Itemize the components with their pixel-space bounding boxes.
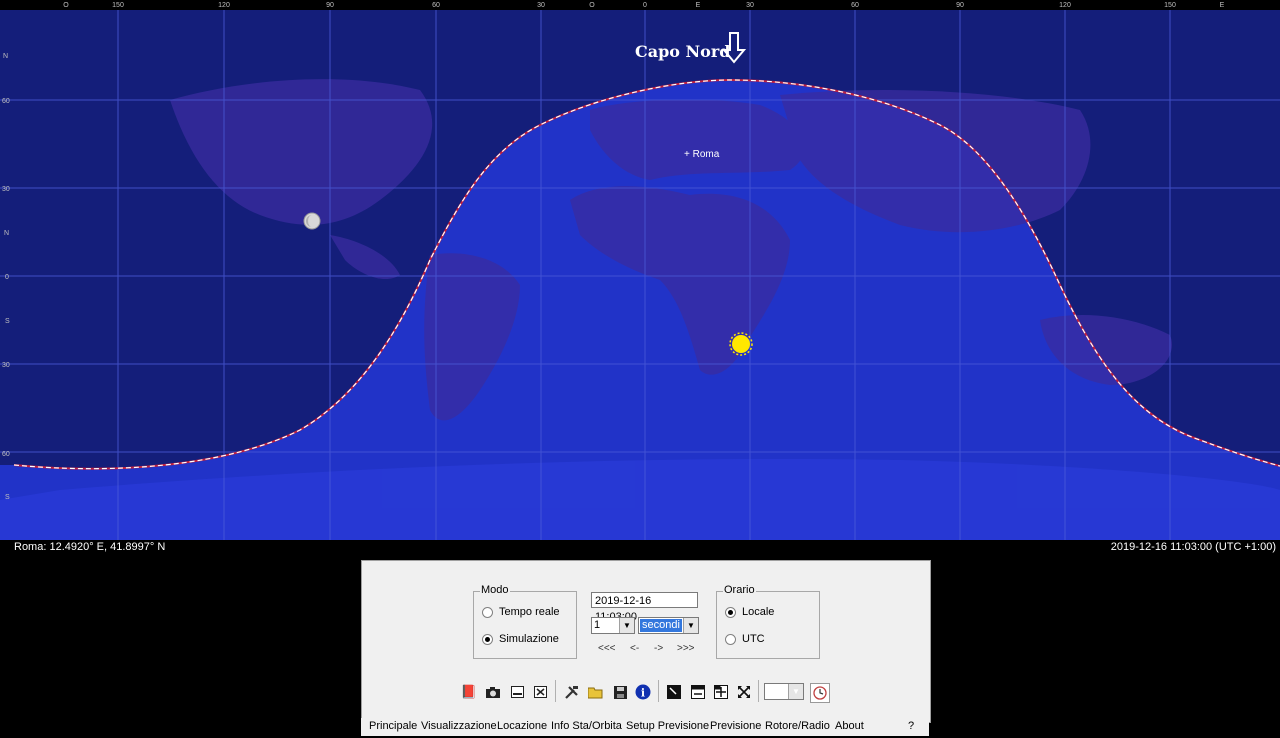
svg-text:30: 30: [537, 2, 545, 9]
svg-text:90: 90: [326, 2, 334, 9]
orario-legend: Orario: [723, 584, 756, 596]
radio-simulazione[interactable]: Simulazione: [482, 633, 559, 645]
svg-text:60: 60: [851, 2, 859, 9]
close-icon[interactable]: [531, 683, 549, 701]
tab-principale[interactable]: Principale: [369, 719, 417, 734]
chevron-down-icon[interactable]: ▼: [683, 618, 698, 633]
svg-text:30: 30: [2, 186, 10, 193]
radio-dot[interactable]: [482, 606, 493, 618]
fullscreen-icon[interactable]: [665, 683, 683, 701]
step-back-button[interactable]: <-: [630, 643, 639, 654]
tab-visualizzazione[interactable]: Visualizzazione: [421, 719, 497, 734]
svg-text:120: 120: [1059, 2, 1071, 9]
datetime-readout: 2019-12-16 11:03:00 (UTC +1:00): [1110, 541, 1276, 553]
clock-icon[interactable]: [810, 683, 830, 703]
fit-width-icon[interactable]: [689, 683, 707, 701]
step-select[interactable]: 1 ▼: [591, 617, 635, 634]
radio-label: UTC: [742, 633, 765, 645]
svg-text:E: E: [696, 2, 701, 9]
tools-icon[interactable]: [562, 683, 580, 701]
toolbar-separator: [658, 680, 659, 702]
step-select-value: 1: [594, 619, 601, 631]
radio-locale[interactable]: Locale: [725, 606, 774, 618]
chevron-down-icon[interactable]: ▼: [619, 618, 634, 633]
radio-dot-selected[interactable]: [725, 606, 736, 618]
svg-text:0: 0: [643, 2, 647, 9]
svg-text:150: 150: [1164, 2, 1176, 9]
tab-about[interactable]: About: [835, 719, 864, 734]
help-button[interactable]: ?: [908, 719, 914, 734]
svg-text:60: 60: [2, 451, 10, 458]
tab-locazione[interactable]: Locazione: [497, 719, 547, 734]
expand-icon[interactable]: [735, 683, 753, 701]
tab-rotore-radio[interactable]: Rotore/Radio: [765, 719, 830, 734]
svg-text:30: 30: [746, 2, 754, 9]
svg-text:0: 0: [5, 274, 9, 281]
radio-tempo-reale[interactable]: Tempo reale: [482, 606, 560, 618]
toolbar-separator: [555, 680, 556, 702]
chevron-down-icon[interactable]: ▼: [788, 684, 803, 699]
svg-text:60: 60: [2, 98, 10, 105]
camera-icon[interactable]: [484, 683, 502, 701]
forward-fast-button[interactable]: >>>: [677, 643, 695, 654]
radio-label: Locale: [742, 606, 775, 618]
zoom-select-value: 5: [767, 685, 774, 697]
capo-nord-annotation: Capo Nord: [635, 42, 731, 61]
svg-text:S: S: [5, 318, 10, 325]
toolbar-separator: [758, 680, 759, 702]
zoom-select[interactable]: 5 ▼: [764, 683, 804, 700]
orario-group: Orario Locale UTC: [716, 584, 820, 659]
unit-select-value: secondi: [640, 619, 682, 632]
radio-label: Tempo reale: [499, 606, 560, 618]
svg-text:S: S: [5, 494, 10, 501]
svg-text:N: N: [3, 53, 8, 60]
top-tick-o-left: O: [63, 2, 69, 9]
world-map[interactable]: O 150 120 90 60 30 O 0 E 30 60 90 120 15…: [0, 0, 1280, 540]
tab-previsione[interactable]: Previsione: [710, 719, 761, 734]
svg-text:N: N: [4, 230, 9, 237]
svg-text:O: O: [589, 2, 595, 9]
book-icon[interactable]: 📕: [460, 683, 478, 701]
modo-group: Modo Tempo reale Simulazione: [473, 584, 577, 659]
fit-icon[interactable]: [712, 683, 730, 701]
svg-text:90: 90: [956, 2, 964, 9]
save-icon[interactable]: [611, 683, 629, 701]
modo-legend: Modo: [480, 584, 510, 596]
minimize-icon[interactable]: [508, 683, 526, 701]
radio-utc[interactable]: UTC: [725, 633, 765, 645]
svg-text:60: 60: [432, 2, 440, 9]
tab-setup-previsione[interactable]: Setup Previsione: [626, 719, 709, 734]
location-readout: Roma: 12.4920° E, 41.8997° N: [14, 541, 166, 553]
rewind-fast-button[interactable]: <<<: [598, 643, 616, 654]
svg-text:30: 30: [2, 362, 10, 369]
unit-select[interactable]: secondi ▼: [638, 617, 699, 634]
datetime-input[interactable]: 2019-12-16 11:03:00: [591, 592, 698, 623]
folder-open-icon[interactable]: [587, 683, 605, 701]
svg-text:150: 150: [112, 2, 124, 9]
tab-info-sta-orbita[interactable]: Info Sta/Orbita: [551, 719, 622, 734]
step-forward-button[interactable]: ->: [654, 643, 663, 654]
info-icon[interactable]: i: [634, 683, 652, 701]
city-label-roma[interactable]: + Roma: [684, 149, 720, 160]
svg-text:i: i: [641, 687, 645, 700]
svg-text:120: 120: [218, 2, 230, 9]
svg-text:E: E: [1220, 2, 1225, 9]
radio-label: Simulazione: [499, 633, 559, 645]
radio-dot[interactable]: [725, 633, 736, 645]
radio-dot-selected[interactable]: [482, 633, 493, 645]
